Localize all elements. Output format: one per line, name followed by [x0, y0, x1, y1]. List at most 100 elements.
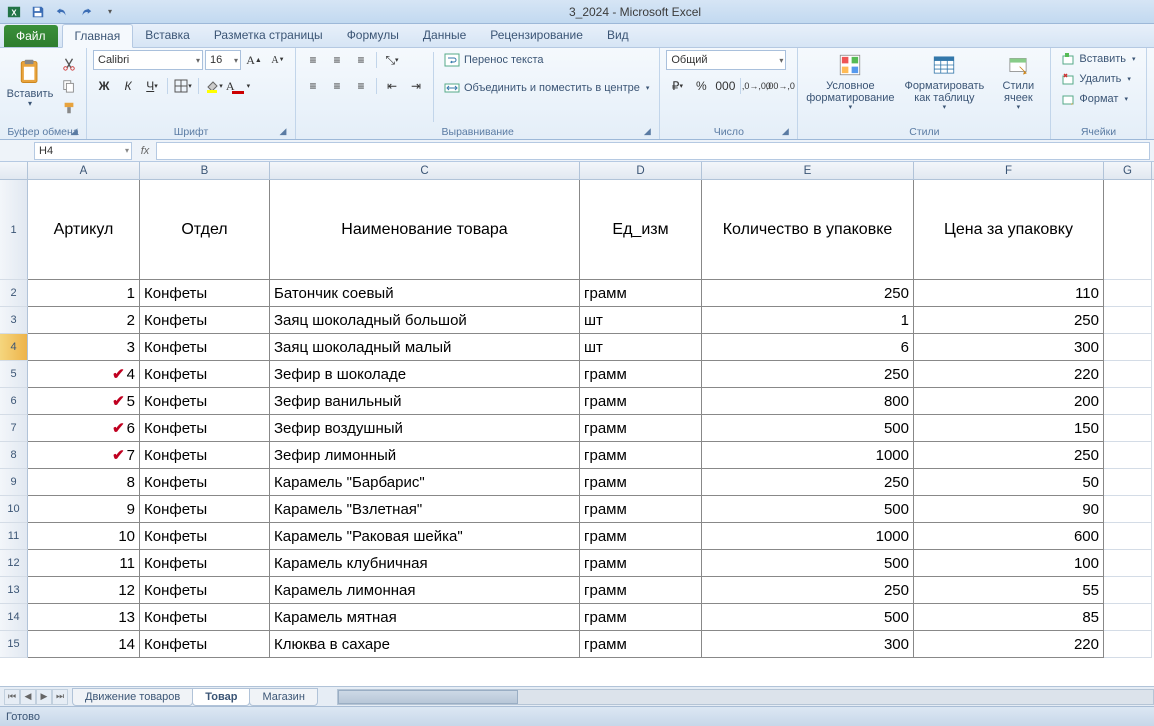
redo-icon[interactable] — [76, 2, 96, 22]
cell[interactable]: Карамель лимонная — [270, 577, 580, 604]
format-cells-button[interactable]: Формат▾ — [1057, 90, 1139, 108]
cell[interactable] — [1104, 604, 1152, 631]
number-format-combo[interactable]: Общий▾ — [666, 50, 786, 70]
cell[interactable]: Конфеты — [140, 280, 270, 307]
cell[interactable]: грамм — [580, 523, 702, 550]
format-painter-icon[interactable] — [58, 98, 80, 118]
cell[interactable]: 11 — [28, 550, 140, 577]
cell[interactable]: 250 — [914, 307, 1104, 334]
cell[interactable]: Зефир лимонный — [270, 442, 580, 469]
col-header-G[interactable]: G — [1104, 162, 1152, 179]
cell[interactable]: Конфеты — [140, 334, 270, 361]
qat-dropdown-icon[interactable]: ▾ — [100, 2, 120, 22]
cell[interactable]: Зефир воздушный — [270, 415, 580, 442]
cell[interactable]: 9 — [28, 496, 140, 523]
name-box[interactable]: H4▾ — [34, 142, 132, 160]
format-as-table-button[interactable]: Форматировать как таблицу▾ — [900, 50, 988, 112]
align-middle-icon[interactable]: ≡ — [326, 50, 348, 70]
row-header[interactable]: 7 — [0, 415, 28, 442]
cut-icon[interactable] — [58, 54, 80, 74]
cell[interactable]: ✔4 — [28, 361, 140, 388]
increase-indent-icon[interactable]: ⇥ — [405, 76, 427, 96]
cell[interactable]: 220 — [914, 361, 1104, 388]
align-right-icon[interactable]: ≡ — [350, 76, 372, 96]
decrease-indent-icon[interactable]: ⇤ — [381, 76, 403, 96]
cell[interactable]: 6 — [702, 334, 914, 361]
col-header-B[interactable]: B — [140, 162, 270, 179]
cell[interactable]: 500 — [702, 604, 914, 631]
font-size-combo[interactable]: 16▾ — [205, 50, 241, 70]
cell[interactable] — [1104, 307, 1152, 334]
cell[interactable]: 150 — [914, 415, 1104, 442]
cell[interactable]: 55 — [914, 577, 1104, 604]
align-left-icon[interactable]: ≡ — [302, 76, 324, 96]
cell[interactable]: 1 — [28, 280, 140, 307]
align-dialog-icon[interactable]: ◢ — [641, 126, 653, 138]
fill-color-icon[interactable]: ▾ — [203, 76, 225, 96]
wrap-text-button[interactable]: Перенос текста — [440, 50, 653, 70]
row-header[interactable]: 13 — [0, 577, 28, 604]
cell-styles-button[interactable]: Стили ячеек▾ — [992, 50, 1044, 112]
cell[interactable]: Карамель "Раковая шейка" — [270, 523, 580, 550]
italic-icon[interactable]: К — [117, 76, 139, 96]
cell[interactable]: 200 — [914, 388, 1104, 415]
cell[interactable]: 500 — [702, 415, 914, 442]
cell[interactable]: 250 — [702, 361, 914, 388]
cell[interactable] — [1104, 280, 1152, 307]
cell[interactable]: Цена за упаковку — [914, 180, 1104, 280]
cell[interactable]: 800 — [702, 388, 914, 415]
cell[interactable]: Конфеты — [140, 361, 270, 388]
cell[interactable]: Конфеты — [140, 307, 270, 334]
sheet-tab[interactable]: Магазин — [249, 688, 317, 706]
cell[interactable]: Конфеты — [140, 604, 270, 631]
cell[interactable]: Артикул — [28, 180, 140, 280]
cell[interactable]: 500 — [702, 496, 914, 523]
cell[interactable]: Отдел — [140, 180, 270, 280]
cell[interactable]: 12 — [28, 577, 140, 604]
cell[interactable]: Конфеты — [140, 550, 270, 577]
cell[interactable] — [1104, 550, 1152, 577]
tab-Вставка[interactable]: Вставка — [133, 24, 202, 47]
cell[interactable]: Карамель "Взлетная" — [270, 496, 580, 523]
undo-icon[interactable] — [52, 2, 72, 22]
cell[interactable]: 2 — [28, 307, 140, 334]
row-header[interactable]: 3 — [0, 307, 28, 334]
sheet-nav-first-icon[interactable]: ⏮ — [4, 689, 20, 705]
cell[interactable]: Конфеты — [140, 523, 270, 550]
col-header-C[interactable]: C — [270, 162, 580, 179]
accounting-format-icon[interactable]: ₽▾ — [666, 76, 688, 96]
clipboard-dialog-icon[interactable]: ◢ — [68, 126, 80, 138]
cell[interactable]: грамм — [580, 388, 702, 415]
cell[interactable]: грамм — [580, 496, 702, 523]
cell[interactable] — [1104, 469, 1152, 496]
horizontal-scrollbar[interactable] — [337, 689, 1154, 705]
cell[interactable]: Конфеты — [140, 469, 270, 496]
cell[interactable]: 110 — [914, 280, 1104, 307]
align-top-icon[interactable]: ≡ — [302, 50, 324, 70]
sheet-nav-next-icon[interactable]: ▶ — [36, 689, 52, 705]
font-name-combo[interactable]: Calibri▾ — [93, 50, 203, 70]
cell[interactable]: Конфеты — [140, 496, 270, 523]
save-icon[interactable] — [28, 2, 48, 22]
cell[interactable]: Ед_изм — [580, 180, 702, 280]
cell[interactable]: 250 — [702, 280, 914, 307]
row-header[interactable]: 8 — [0, 442, 28, 469]
cell[interactable]: 220 — [914, 631, 1104, 658]
cell[interactable]: грамм — [580, 280, 702, 307]
cell[interactable]: 1000 — [702, 523, 914, 550]
col-header-F[interactable]: F — [914, 162, 1104, 179]
row-header[interactable]: 15 — [0, 631, 28, 658]
row-header[interactable]: 2 — [0, 280, 28, 307]
cell[interactable] — [1104, 523, 1152, 550]
row-header[interactable]: 4 — [0, 334, 28, 361]
sheet-tab[interactable]: Товар — [192, 688, 250, 706]
align-center-icon[interactable]: ≡ — [326, 76, 348, 96]
cell[interactable]: 1 — [702, 307, 914, 334]
number-dialog-icon[interactable]: ◢ — [779, 126, 791, 138]
font-color-icon[interactable]: A▾ — [227, 76, 249, 96]
cell[interactable]: Конфеты — [140, 442, 270, 469]
tab-Формулы[interactable]: Формулы — [335, 24, 411, 47]
orientation-icon[interactable]: ⤡▾ — [381, 50, 403, 70]
cell[interactable]: 13 — [28, 604, 140, 631]
row-header[interactable]: 1 — [0, 180, 28, 280]
